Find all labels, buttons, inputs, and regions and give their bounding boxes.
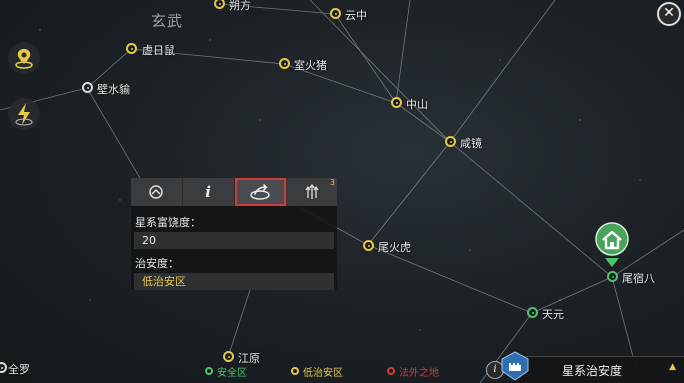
fleet-icon	[305, 183, 319, 199]
legend-lawless-dot	[387, 367, 395, 375]
star-label-bishuiyu: 壁水貐	[97, 83, 130, 96]
info-icon: i	[493, 364, 497, 375]
collapse-arrow-icon: ▲	[669, 362, 676, 372]
tab-jump[interactable]	[234, 178, 287, 206]
home-marker[interactable]	[595, 222, 629, 268]
star-info-panel: i 3 星系富饶度： 20 治安度： 低治安区	[131, 178, 337, 290]
star-label-xurishu: 虚日鼠	[142, 44, 175, 57]
info-icon: i	[205, 183, 211, 201]
legend-safe-dot	[205, 367, 213, 375]
panel-toolbar: i 3	[131, 178, 337, 206]
region-label-xuanwu: 玄武	[151, 12, 184, 30]
lightning-button[interactable]	[8, 98, 40, 130]
close-icon: ✕	[663, 5, 675, 21]
wealth-label: 星系富饶度：	[135, 216, 201, 229]
warp-jump-icon	[250, 184, 270, 200]
star-node-xurishu[interactable]	[126, 43, 137, 54]
star-label-xianjing: 咸镜	[460, 137, 482, 150]
star-label-tianyuan: 天元	[542, 308, 564, 321]
star-label-yunzhong: 云中	[345, 9, 367, 22]
castle-icon	[501, 351, 529, 381]
legend-safe: 安全区	[205, 364, 247, 379]
star-label-shuofang: 朔方	[229, 0, 251, 12]
star-map[interactable]	[0, 0, 684, 383]
crosshair-icon	[149, 185, 164, 199]
star-node-yunzhong[interactable]	[330, 8, 341, 19]
home-icon	[595, 222, 629, 267]
close-button[interactable]: ✕	[657, 2, 681, 26]
star-label-quanluo: 全罗	[8, 363, 30, 376]
star-node-weisuba[interactable]	[607, 271, 618, 282]
star-label-zhongshan: 中山	[406, 98, 428, 111]
location-pin-icon	[15, 49, 33, 69]
legend-low-order-dot	[291, 367, 299, 375]
security-legend: 安全区 低治安区 法外之地	[205, 362, 453, 380]
legend-safe-label: 安全区	[217, 367, 247, 379]
tab-fleet[interactable]: 3	[286, 178, 337, 206]
star-label-shihuozhu: 室火猪	[294, 59, 327, 72]
security-tab-label: 星系治安度	[562, 363, 623, 378]
wealth-value: 20	[134, 232, 334, 249]
star-node-shihuozhu[interactable]	[279, 58, 290, 69]
security-tab[interactable]: 星系治安度 ▲	[501, 351, 684, 383]
tab-target[interactable]	[131, 178, 183, 206]
star-node-xianjing[interactable]	[445, 136, 456, 147]
star-node-tianyuan[interactable]	[527, 307, 538, 318]
star-node-weihuohu[interactable]	[363, 240, 374, 251]
tab-info[interactable]: i	[183, 178, 235, 206]
legend-lawless: 法外之地	[387, 364, 439, 379]
order-label: 治安度：	[135, 257, 179, 270]
star-node-zhongshan[interactable]	[391, 97, 402, 108]
lightning-icon	[15, 103, 33, 126]
star-node-jiangyuan[interactable]	[223, 351, 234, 362]
star-label-weisuba: 尾宿八	[622, 272, 655, 285]
tool-badge: 3	[329, 178, 335, 187]
legend-low-order-label: 低治安区	[303, 367, 343, 379]
legend-lawless-label: 法外之地	[399, 367, 439, 379]
location-button[interactable]	[8, 42, 40, 74]
star-node-bishuiyu[interactable]	[82, 82, 93, 93]
star-label-weihuohu: 尾火虎	[378, 241, 411, 254]
legend-low-order: 低治安区	[291, 364, 343, 379]
order-value: 低治安区	[134, 273, 334, 290]
